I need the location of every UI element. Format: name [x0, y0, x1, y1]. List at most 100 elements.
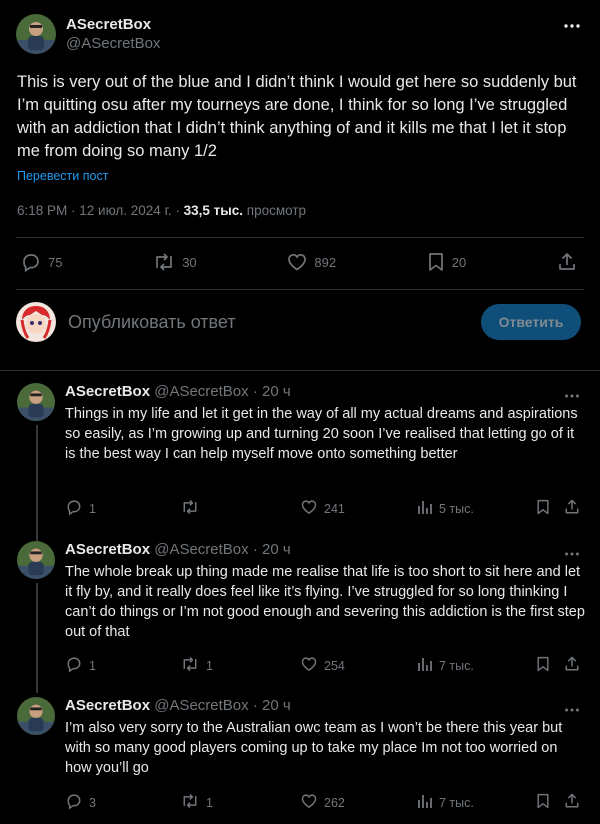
thread-reply[interactable]: ASecretBox @ASecretBox · 20 ч The whole …	[0, 541, 600, 693]
bookmark-icon	[535, 655, 551, 676]
views-icon	[417, 792, 433, 813]
more-icon[interactable]	[562, 16, 582, 36]
views-button[interactable]: 5 тыс.	[417, 498, 474, 519]
like-button[interactable]: 241	[300, 498, 345, 519]
avatar[interactable]	[17, 383, 55, 421]
repost-button[interactable]: 1	[180, 655, 213, 676]
share-button[interactable]	[563, 498, 581, 519]
reply-count: 1	[89, 658, 96, 673]
thread-reply[interactable]: ASecretBox @ASecretBox · 20 ч I’m also v…	[0, 697, 600, 824]
translate-link[interactable]: Перевести пост	[17, 169, 108, 183]
views-icon	[417, 498, 433, 519]
like-button[interactable]: 254	[300, 655, 345, 676]
share-button[interactable]	[556, 251, 578, 273]
share-button[interactable]	[563, 792, 581, 813]
views-count: 7 тыс.	[439, 658, 474, 673]
bookmark-icon	[535, 792, 551, 813]
views-button[interactable]: 7 тыс.	[417, 792, 474, 813]
share-button[interactable]	[563, 655, 581, 676]
views-button[interactable]: 7 тыс.	[417, 655, 474, 676]
reply-text: I’m also very sorry to the Australian ow…	[65, 720, 563, 776]
like-count: 892	[314, 254, 337, 270]
display-name[interactable]: ASecretBox	[65, 383, 150, 400]
views-count: 7 тыс.	[439, 795, 474, 810]
tweet-meta: 6:18 PM · 12 июл. 2024 г. · 33,5 тыс. пр…	[17, 203, 306, 218]
views-count: 5 тыс.	[439, 501, 474, 516]
display-name[interactable]: ASecretBox	[65, 541, 150, 558]
like-icon	[300, 792, 318, 813]
like-button[interactable]: 892	[286, 251, 336, 273]
handle-time[interactable]: @ASecretBox · 20 ч	[150, 383, 290, 400]
avatar[interactable]	[17, 541, 55, 579]
repost-count: 1	[206, 795, 213, 810]
repost-button[interactable]: 30	[152, 251, 197, 273]
reply-icon	[20, 251, 42, 273]
reply-count: 75	[48, 254, 63, 270]
share-icon	[563, 792, 581, 813]
bookmark-button[interactable]	[535, 655, 551, 676]
repost-icon	[152, 251, 176, 273]
handle-time[interactable]: @ASecretBox · 20 ч	[150, 541, 290, 558]
thread-line	[36, 425, 38, 541]
avatar[interactable]	[16, 14, 56, 54]
main-tweet: ASecretBox @ASecretBox This is very out …	[0, 0, 600, 371]
bookmark-icon	[426, 251, 446, 273]
like-icon	[300, 655, 318, 676]
reply-button[interactable]: 75	[20, 251, 62, 273]
handle[interactable]: @ASecretBox	[66, 34, 160, 54]
display-name[interactable]: ASecretBox	[66, 15, 160, 34]
like-icon	[286, 251, 308, 273]
views-icon	[417, 655, 433, 676]
reply-submit-button[interactable]: Ответить	[481, 304, 581, 340]
repost-icon	[180, 655, 200, 676]
like-icon	[300, 498, 318, 519]
avatar[interactable]	[17, 697, 55, 735]
divider	[16, 289, 584, 290]
thread-reply[interactable]: ASecretBox @ASecretBox · 20 ч Things in …	[0, 383, 600, 541]
repost-count: 1	[206, 658, 213, 673]
reply-count: 3	[89, 795, 96, 810]
repost-icon	[180, 498, 200, 519]
tweet-header: ASecretBox @ASecretBox	[16, 14, 160, 54]
bookmark-count: 20	[451, 254, 467, 270]
like-count: 254	[324, 658, 345, 673]
bookmark-button[interactable]	[535, 498, 551, 519]
reply-actions: 1 241 5 тыс.	[65, 498, 582, 518]
reply-button[interactable]: 3	[65, 792, 96, 813]
reply-actions: 1 1 254 7 тыс.	[65, 655, 582, 675]
repost-button[interactable]	[180, 498, 206, 519]
reply-composer: Опубликовать ответ	[16, 302, 236, 342]
like-count: 241	[324, 501, 345, 516]
reply-header: ASecretBox @ASecretBox · 20 ч	[65, 541, 291, 559]
reply-button[interactable]: 1	[65, 498, 96, 519]
share-icon	[563, 655, 581, 676]
thread-line	[36, 583, 38, 693]
display-name[interactable]: ASecretBox	[65, 697, 150, 714]
reply-icon	[65, 498, 83, 519]
reply-count: 1	[89, 501, 96, 516]
tweet-text: This is very out of the blue and I didn’…	[17, 73, 577, 160]
timestamp[interactable]: 6:18 PM · 12 июл. 2024 г. ·	[17, 203, 184, 218]
bookmark-button[interactable]: 20	[426, 251, 466, 273]
my-avatar[interactable]	[16, 302, 56, 342]
share-icon	[563, 498, 581, 519]
reply-text: The whole break up thing made me realise…	[65, 564, 585, 640]
bookmark-icon	[535, 498, 551, 519]
repost-count: 30	[182, 254, 197, 270]
bookmark-button[interactable]	[535, 792, 551, 813]
repost-button[interactable]: 1	[180, 792, 213, 813]
handle-time[interactable]: @ASecretBox · 20 ч	[150, 697, 290, 714]
like-button[interactable]: 262	[300, 792, 345, 813]
reply-icon	[65, 792, 83, 813]
views-count: 33,5 тыс.	[183, 203, 244, 218]
reply-input[interactable]: Опубликовать ответ	[68, 312, 236, 333]
reply-actions: 3 1 262 7 тыс.	[65, 792, 582, 812]
divider	[16, 237, 584, 238]
views-label: просмотр	[243, 203, 307, 218]
share-icon	[556, 251, 578, 273]
reply-icon	[65, 655, 83, 676]
reply-header: ASecretBox @ASecretBox · 20 ч	[65, 383, 291, 401]
reply-button[interactable]: 1	[65, 655, 96, 676]
reply-header: ASecretBox @ASecretBox · 20 ч	[65, 697, 291, 715]
like-count: 262	[324, 795, 345, 810]
